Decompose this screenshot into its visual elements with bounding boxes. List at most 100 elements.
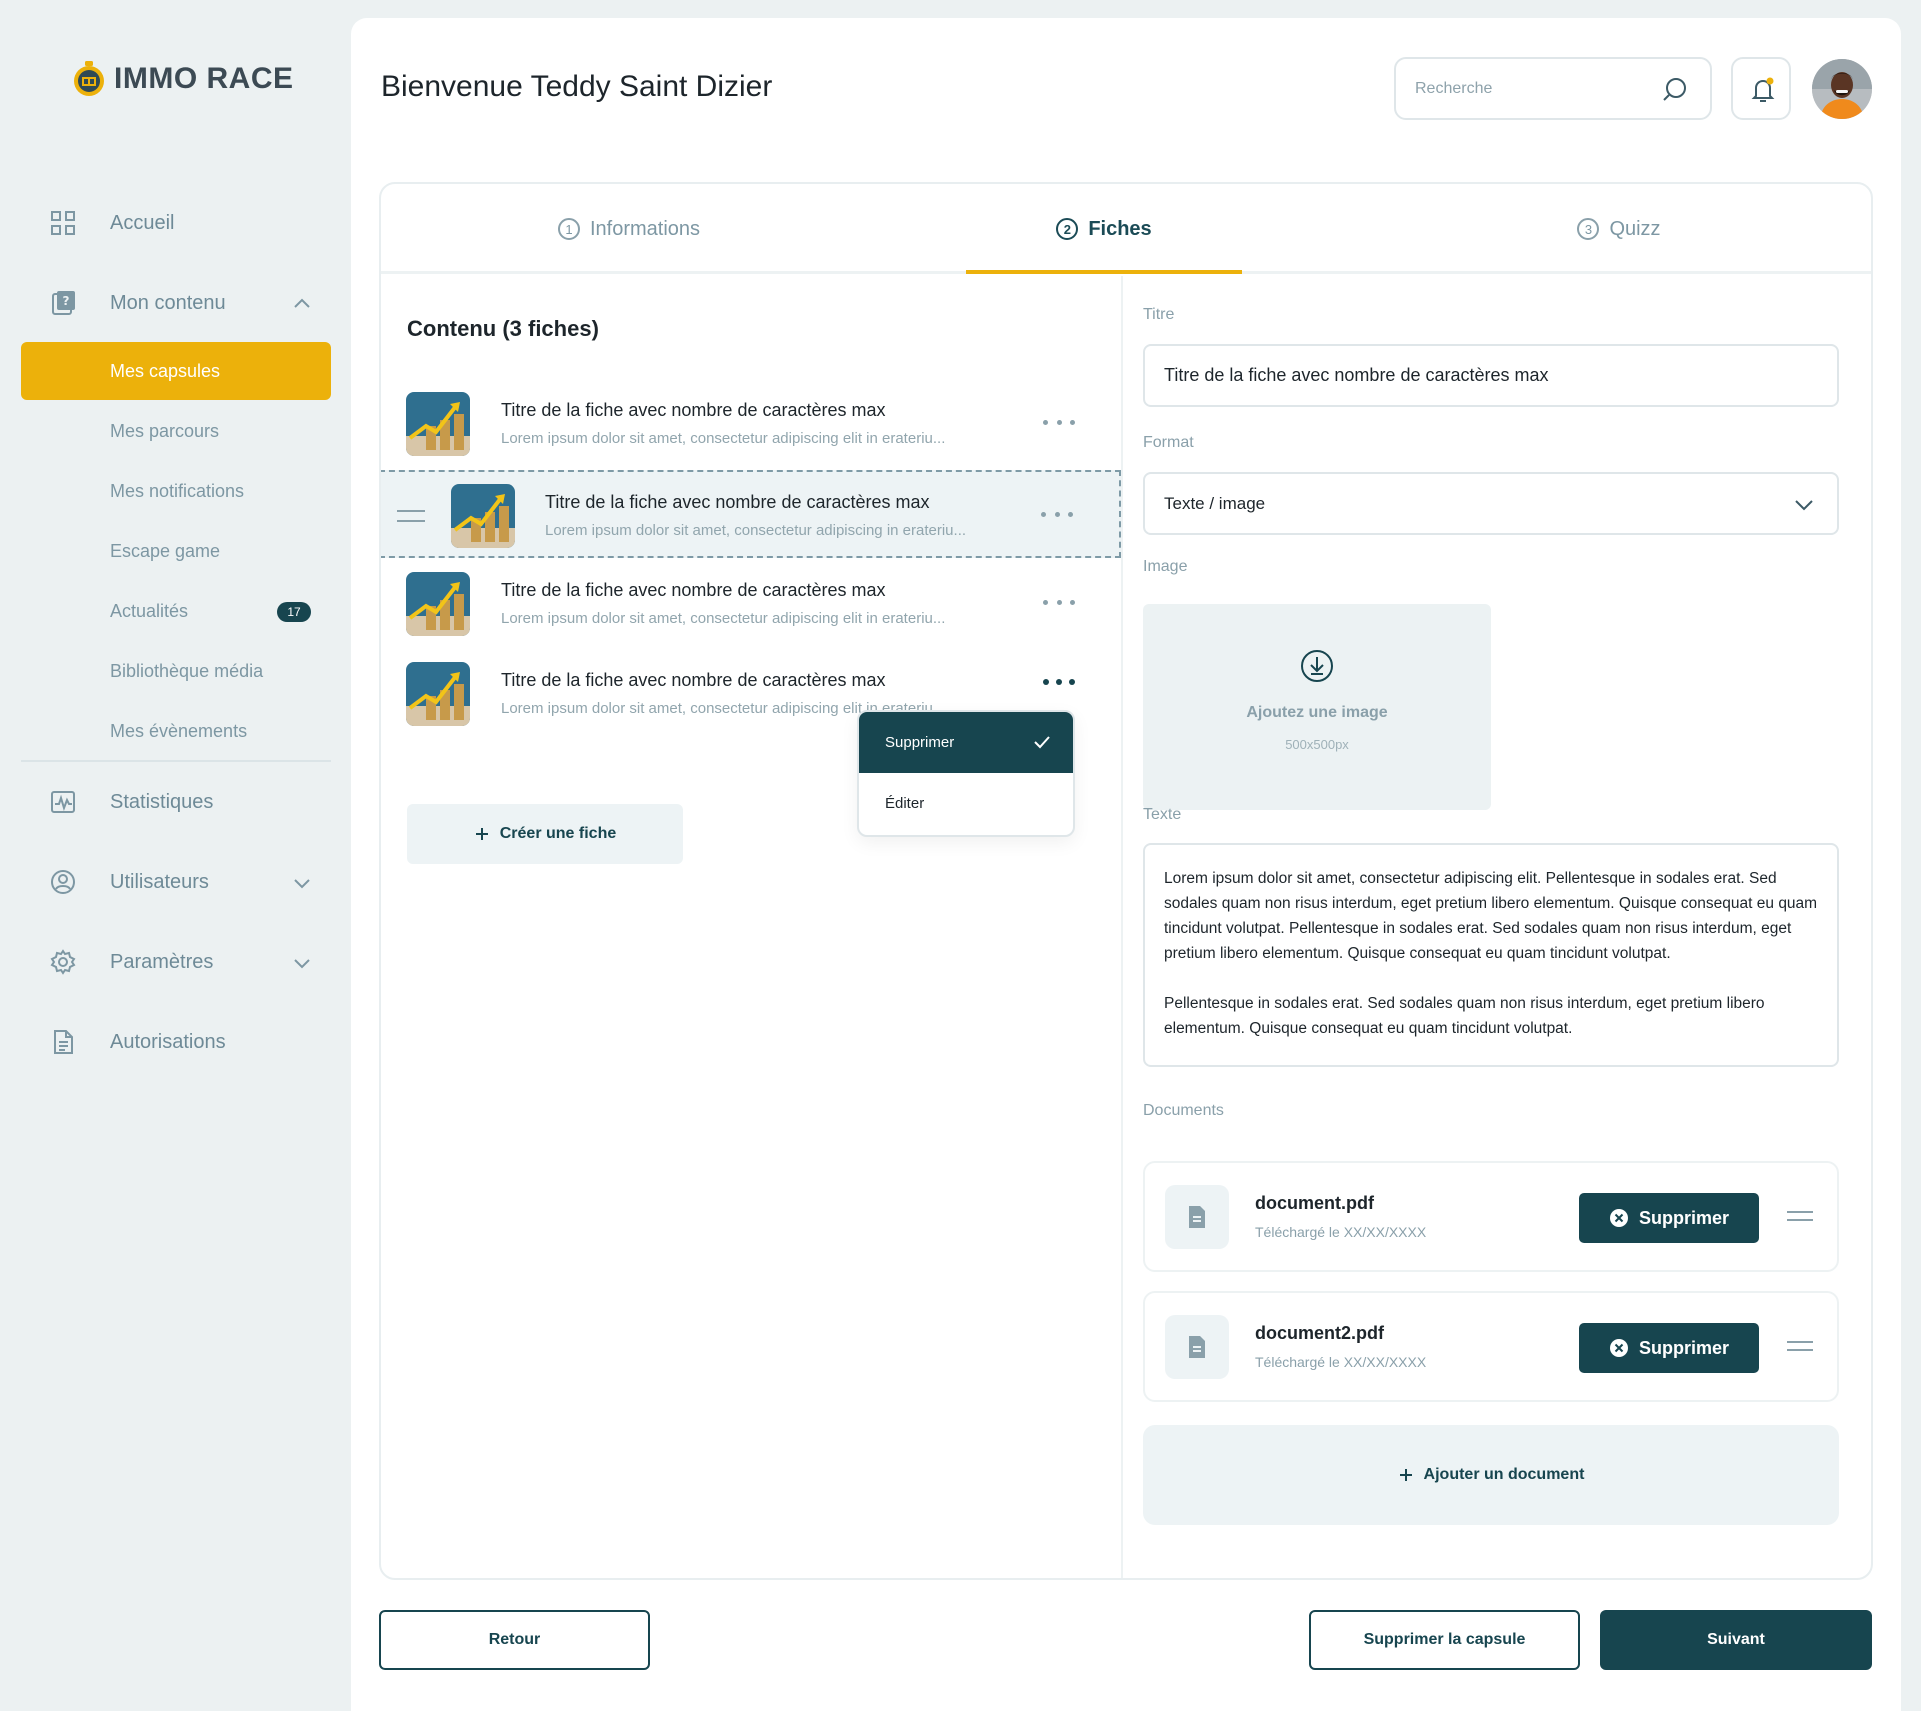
tab-label: Informations bbox=[589, 217, 701, 240]
fiche-thumbnail bbox=[406, 392, 470, 456]
format-selected-value: Texte / image bbox=[1164, 493, 1266, 513]
download-icon bbox=[1301, 650, 1333, 682]
growth-chart-image bbox=[406, 572, 470, 636]
chevron-up-icon[interactable] bbox=[291, 293, 313, 315]
drag-handle-icon[interactable] bbox=[1787, 1211, 1813, 1221]
file-icon bbox=[1165, 1315, 1229, 1379]
document-date: Téléchargé le XX/XX/XXXX bbox=[1255, 1354, 1427, 1370]
nav-label: Statistiques bbox=[110, 790, 214, 813]
menu-item-label: Supprimer bbox=[885, 734, 955, 751]
image-label: Image bbox=[1143, 558, 1188, 575]
nav-utilisateurs[interactable]: Utilisateurs bbox=[21, 852, 331, 912]
back-button[interactable]: Retour bbox=[379, 1610, 650, 1670]
sidebar-item-bibliotheque-media[interactable]: Bibliothèque média bbox=[21, 642, 331, 700]
fiche-thumbnail bbox=[406, 572, 470, 636]
more-options-button[interactable] bbox=[1041, 502, 1073, 526]
user-icon bbox=[51, 870, 75, 894]
tab-quizz[interactable]: 3 Quizz bbox=[1481, 184, 1757, 274]
nav-statistiques[interactable]: Statistiques bbox=[21, 772, 331, 832]
button-label: Supprimer bbox=[1638, 1207, 1730, 1228]
next-button[interactable]: Suivant bbox=[1600, 1610, 1872, 1670]
add-document-button[interactable]: Ajouter un document bbox=[1143, 1425, 1839, 1525]
image-upload-dropzone[interactable]: Ajoutez une image 500x500px bbox=[1143, 604, 1491, 810]
sub-label: Escape game bbox=[110, 540, 221, 561]
nav-accueil[interactable]: Accueil bbox=[21, 193, 331, 253]
content-icon: ? bbox=[52, 291, 75, 315]
chevron-down-icon[interactable] bbox=[291, 872, 313, 894]
tab-informations[interactable]: 1 Informations bbox=[491, 184, 767, 274]
button-label: Créer une fiche bbox=[499, 825, 617, 842]
search-icon[interactable] bbox=[1660, 75, 1690, 105]
menu-item-editer[interactable]: Éditer bbox=[859, 773, 1073, 834]
growth-chart-image bbox=[451, 484, 515, 548]
text-paragraph: Pellentesque in sodales erat. Sed sodale… bbox=[1164, 995, 1765, 1037]
sidebar-item-mes-notifications[interactable]: Mes notifications bbox=[21, 462, 331, 520]
sidebar-item-escape-game[interactable]: Escape game bbox=[21, 522, 331, 580]
title-field[interactable]: Titre de la fiche avec nombre de caractè… bbox=[1143, 344, 1839, 407]
button-label: Supprimer la capsule bbox=[1363, 1631, 1526, 1648]
sub-label: Actualités bbox=[110, 600, 189, 621]
more-options-button[interactable] bbox=[1043, 410, 1075, 434]
nav-label: Accueil bbox=[110, 211, 175, 234]
search-input[interactable] bbox=[1415, 79, 1645, 98]
notifications-button[interactable] bbox=[1731, 57, 1791, 120]
close-circle-icon bbox=[1609, 1209, 1628, 1227]
tab-fiches[interactable]: 2 Fiches bbox=[966, 184, 1242, 274]
delete-document-button[interactable]: Supprimer bbox=[1579, 1323, 1759, 1373]
fiche-thumbnail bbox=[406, 662, 470, 726]
drag-handle-icon[interactable] bbox=[397, 510, 425, 522]
sidebar-item-mes-parcours[interactable]: Mes parcours bbox=[21, 402, 331, 460]
sub-label: Mes évènements bbox=[110, 720, 248, 741]
sidebar: IMMO RACE Accueil ? Mon contenu Mes caps… bbox=[0, 0, 351, 1711]
fiche-subtitle: Lorem ipsum dolor sit amet, consectetur … bbox=[501, 610, 946, 627]
fiche-item-dragging[interactable]: Titre de la fiche avec nombre de caractè… bbox=[381, 470, 1121, 558]
stats-icon bbox=[51, 791, 75, 813]
capsule-wizard-card: 1 Informations 2 Fiches 3 Quizz Contenu … bbox=[379, 182, 1873, 1580]
drag-handle-icon[interactable] bbox=[1787, 1341, 1813, 1351]
document-name: document2.pdf bbox=[1255, 1323, 1384, 1343]
more-options-button-open[interactable] bbox=[1043, 670, 1075, 694]
growth-chart-image bbox=[406, 392, 470, 456]
growth-chart-image bbox=[406, 662, 470, 726]
delete-document-button[interactable]: Supprimer bbox=[1579, 1193, 1759, 1243]
nav-parametres[interactable]: Paramètres bbox=[21, 932, 331, 992]
more-options-button[interactable] bbox=[1043, 590, 1075, 614]
nav-label: Autorisations bbox=[110, 1030, 226, 1053]
sidebar-item-mes-evenements[interactable]: Mes évènements bbox=[21, 702, 331, 760]
check-icon bbox=[1034, 736, 1050, 749]
text-area[interactable]: Lorem ipsum dolor sit amet, consectetur … bbox=[1143, 843, 1839, 1067]
chevron-down-icon[interactable] bbox=[291, 952, 313, 974]
image-size-hint: 500x500px bbox=[1285, 737, 1349, 752]
title-label: Titre bbox=[1143, 306, 1175, 323]
sub-label: Bibliothèque média bbox=[110, 660, 264, 681]
fiche-title: Titre de la fiche avec nombre de caractè… bbox=[501, 580, 886, 600]
search-box[interactable] bbox=[1394, 57, 1712, 120]
menu-item-supprimer[interactable]: Supprimer bbox=[859, 712, 1073, 773]
fiche-item[interactable]: Titre de la fiche avec nombre de caractè… bbox=[381, 380, 1121, 468]
nav-mon-contenu[interactable]: ? Mon contenu bbox=[21, 273, 331, 333]
sidebar-item-actualites[interactable]: Actualités 17 bbox=[21, 582, 331, 640]
main-panel: Bienvenue Teddy Saint Dizier 1 I bbox=[351, 18, 1901, 1711]
delete-capsule-button[interactable]: Supprimer la capsule bbox=[1309, 1610, 1580, 1670]
fiche-subtitle: Lorem ipsum dolor sit amet, consectetur … bbox=[545, 522, 967, 539]
fiche-item[interactable]: Titre de la fiche avec nombre de caractè… bbox=[381, 560, 1121, 648]
plus-icon bbox=[475, 828, 488, 840]
content-title: Contenu (3 fiches) bbox=[407, 316, 599, 341]
step-number: 2 bbox=[1056, 218, 1079, 240]
text-paragraph: Lorem ipsum dolor sit amet, consectetur … bbox=[1164, 870, 1818, 962]
document-icon bbox=[54, 1030, 73, 1054]
format-select[interactable]: Texte / image bbox=[1143, 472, 1839, 535]
nav-autorisations[interactable]: Autorisations bbox=[21, 1012, 331, 1072]
avatar[interactable] bbox=[1812, 59, 1872, 119]
documents-label: Documents bbox=[1143, 1102, 1224, 1119]
nav-label: Utilisateurs bbox=[110, 870, 209, 893]
fiche-subtitle: Lorem ipsum dolor sit amet, consectetur … bbox=[501, 430, 946, 447]
chevron-down-icon bbox=[1795, 500, 1813, 511]
brand-logo[interactable]: IMMO RACE bbox=[72, 60, 294, 98]
create-fiche-button[interactable]: Créer une fiche bbox=[407, 804, 683, 864]
nav-label: Paramètres bbox=[110, 950, 214, 973]
sidebar-item-mes-capsules[interactable]: Mes capsules bbox=[21, 342, 331, 400]
menu-item-label: Éditer bbox=[885, 795, 925, 812]
button-label: Ajouter un document bbox=[1423, 1466, 1585, 1483]
button-label: Retour bbox=[488, 1631, 541, 1648]
